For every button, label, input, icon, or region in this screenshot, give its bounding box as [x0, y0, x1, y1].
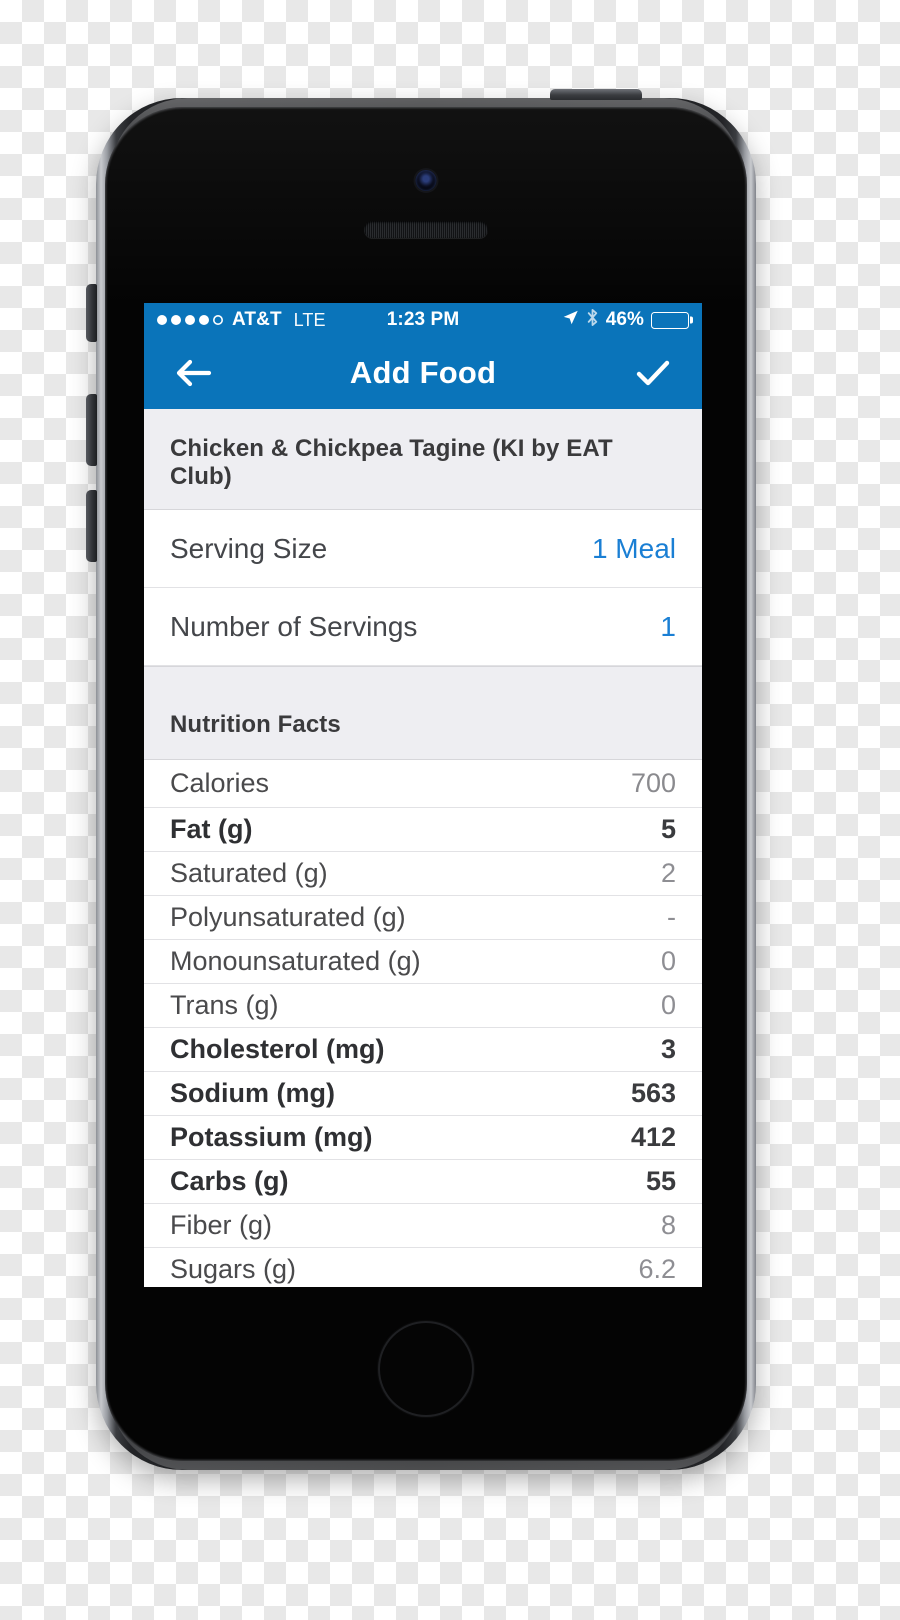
- number-of-servings-row[interactable]: Number of Servings 1: [144, 588, 702, 666]
- status-bar: AT&T LTE 1:23 PM 46%: [144, 303, 702, 337]
- nutrition-row: Saturated (g) 2: [144, 852, 702, 896]
- checkmark-icon[interactable]: [626, 346, 680, 400]
- phone-screen: AT&T LTE 1:23 PM 46% Add Food Chicken & …: [144, 303, 702, 1287]
- back-arrow-icon[interactable]: [166, 346, 220, 400]
- nutrition-facts-list: Calories 700 Fat (g) 5 Saturated (g) 2 Polyuns…: [144, 760, 702, 1287]
- nutrition-row-value: 8: [660, 1210, 676, 1240]
- number-of-servings-label: Number of Servings: [170, 610, 418, 642]
- nutrition-row-label: Monounsaturated (g): [170, 946, 421, 976]
- volume-down-button[interactable]: [86, 490, 97, 562]
- nutrition-row: Fat (g) 5: [144, 808, 702, 852]
- battery-icon: [651, 311, 694, 329]
- glass-reflection: [105, 107, 747, 307]
- nutrition-row-label: Trans (g): [170, 990, 279, 1020]
- nutrition-row-label: Carbs (g): [170, 1166, 289, 1196]
- serving-size-label: Serving Size: [170, 532, 328, 564]
- nutrition-row-label: Fat (g): [170, 814, 253, 844]
- status-bar-right: 46%: [459, 308, 694, 333]
- nutrition-facts-header: Nutrition Facts: [144, 666, 702, 760]
- front-camera-icon: [415, 170, 437, 191]
- nutrition-row-value: 2: [660, 858, 676, 888]
- food-name-header: Chicken & Chickpea Tagine (KI by EAT Clu…: [144, 409, 702, 510]
- nutrition-row-value: 0: [660, 990, 676, 1020]
- nutrition-row-label: Sodium (mg): [170, 1078, 335, 1108]
- nutrition-row-value: 412: [630, 1122, 676, 1152]
- number-of-servings-value: 1: [660, 610, 676, 642]
- carrier-label: AT&T: [232, 309, 282, 330]
- nutrition-row-label: Polyunsaturated (g): [170, 902, 406, 932]
- nutrition-row: Carbs (g) 55: [144, 1160, 702, 1204]
- nutrition-row-value: 5: [660, 814, 676, 844]
- mute-switch[interactable]: [86, 284, 97, 342]
- nutrition-row-value: 563: [630, 1078, 676, 1108]
- bluetooth-icon: [586, 308, 599, 333]
- nutrition-row-value: 3: [660, 1034, 676, 1064]
- power-button[interactable]: [550, 89, 642, 100]
- nutrition-row: Trans (g) 0: [144, 984, 702, 1028]
- nutrition-row: Sugars (g) 6.2: [144, 1248, 702, 1287]
- earpiece-speaker-icon: [364, 221, 488, 238]
- nutrition-row-label: Calories: [170, 768, 270, 798]
- navigation-bar: Add Food: [144, 337, 702, 409]
- location-arrow-icon: [562, 309, 579, 332]
- nutrition-row-label: Saturated (g): [170, 858, 328, 888]
- nutrition-row: Cholesterol (mg) 3: [144, 1028, 702, 1072]
- serving-size-row[interactable]: Serving Size 1 Meal: [144, 510, 702, 588]
- nutrition-row: Calories 700: [144, 760, 702, 808]
- nutrition-row-value: 55: [645, 1166, 676, 1196]
- nutrition-row-label: Sugars (g): [170, 1254, 297, 1284]
- nutrition-row-value: -: [667, 902, 676, 932]
- page-title: Add Food: [349, 355, 497, 390]
- nutrition-row-value: 0: [660, 946, 676, 976]
- nutrition-row-label: Cholesterol (mg): [170, 1034, 385, 1064]
- nutrition-row-value: 6.2: [638, 1254, 676, 1284]
- nutrition-row-label: Fiber (g): [170, 1210, 273, 1240]
- battery-percent-label: 46%: [605, 309, 645, 330]
- nutrition-row: Sodium (mg) 563: [144, 1072, 702, 1116]
- nutrition-row: Monounsaturated (g) 0: [144, 940, 702, 984]
- nutrition-row: Fiber (g) 8: [144, 1204, 702, 1248]
- signal-strength-icon: [157, 315, 223, 325]
- network-type-label: LTE: [293, 309, 326, 330]
- nutrition-row: Polyunsaturated (g) -: [144, 896, 702, 940]
- nutrition-row-label: Potassium (mg): [170, 1122, 373, 1152]
- volume-up-button[interactable]: [86, 394, 97, 466]
- content-area: Chicken & Chickpea Tagine (KI by EAT Clu…: [144, 409, 702, 1287]
- home-button[interactable]: [378, 1321, 474, 1417]
- nutrition-row-value: 700: [630, 768, 676, 798]
- nutrition-row: Potassium (mg) 412: [144, 1116, 702, 1160]
- serving-size-value: 1 Meal: [591, 532, 676, 564]
- status-bar-clock: 1:23 PM: [386, 309, 460, 330]
- status-bar-left: AT&T LTE: [157, 309, 387, 331]
